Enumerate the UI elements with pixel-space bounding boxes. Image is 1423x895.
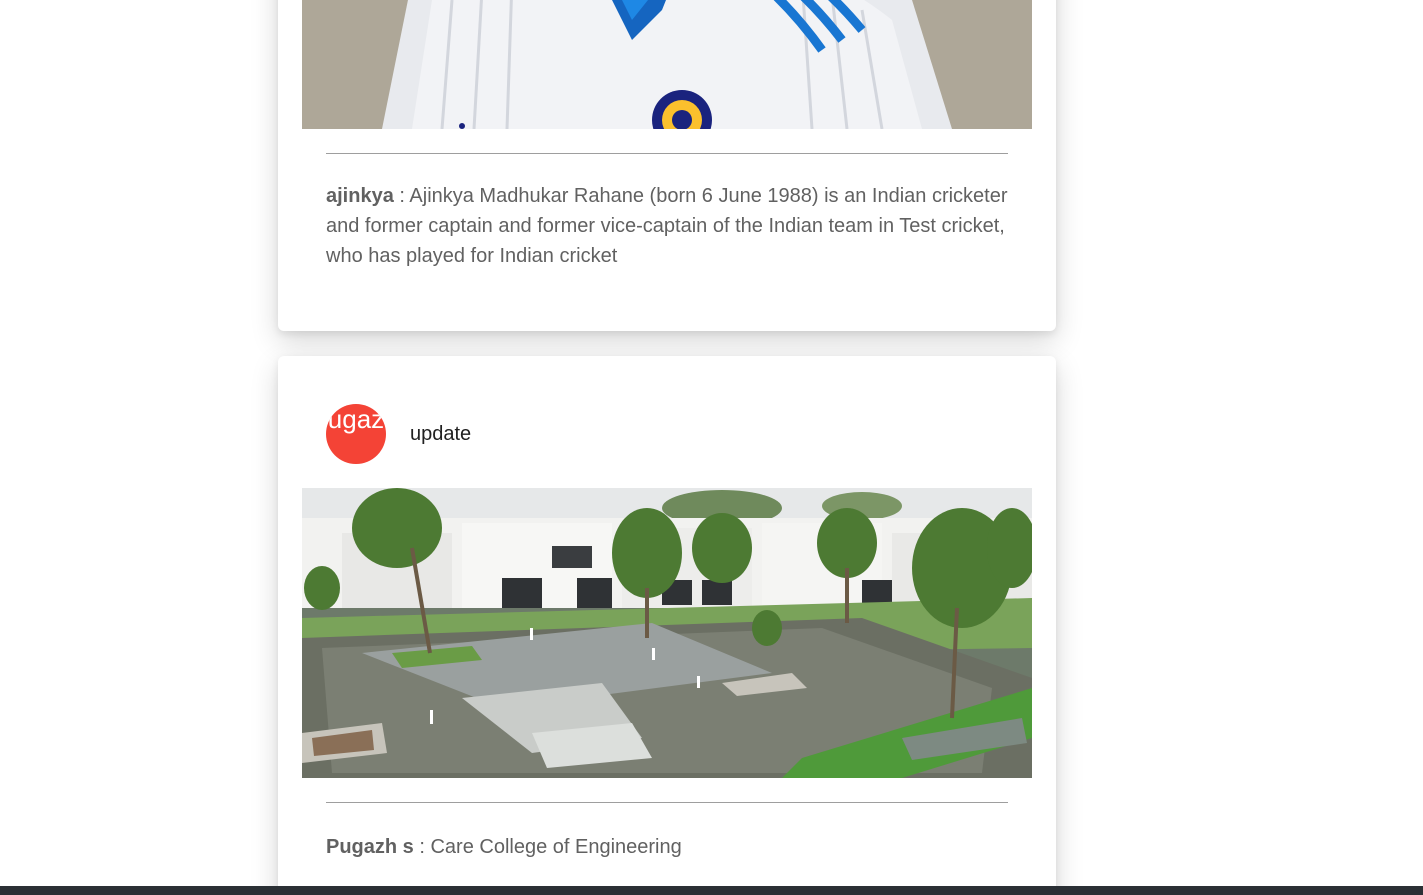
taskbar (0, 886, 1423, 895)
post-author: ajinkya (326, 185, 394, 207)
caption-separator: : (413, 836, 431, 858)
post-card: ajinkya : Ajinkya Madhukar Rahane (born … (278, 0, 1056, 331)
caption-text: Care College of Engineering (430, 836, 682, 858)
post-image[interactable] (302, 488, 1032, 778)
post-card: ugaz update Pugazh s: Care College of E… (278, 356, 1056, 886)
campus-photo (302, 488, 1032, 778)
cricketer-photo (302, 0, 1032, 129)
avatar[interactable]: ugaz (326, 404, 386, 464)
caption-text: Ajinkya Madhukar Rahane (born 6 June 198… (326, 185, 1008, 267)
feed-viewport[interactable]: ajinkya : Ajinkya Madhukar Rahane (born … (0, 0, 1423, 886)
post-image[interactable] (302, 0, 1032, 129)
post-title: update (410, 422, 472, 445)
post-caption: ajinkya : Ajinkya Madhukar Rahane (born … (326, 181, 1016, 271)
post-divider (326, 153, 1008, 154)
post-author: Pugazh s (326, 836, 414, 858)
post-divider (326, 802, 1008, 803)
post-caption: Pugazh s : Care College of Engineering (326, 832, 1016, 862)
post-header: ugaz update (326, 404, 471, 464)
caption-separator: : (393, 185, 410, 207)
